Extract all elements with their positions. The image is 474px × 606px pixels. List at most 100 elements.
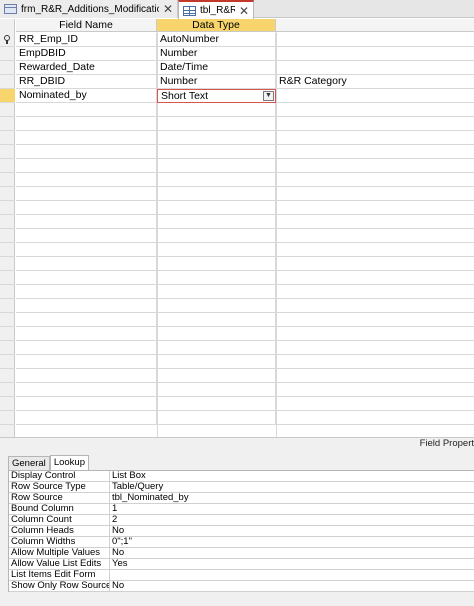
empty-table-row[interactable]: [0, 257, 474, 271]
column-header-description[interactable]: [276, 19, 474, 32]
empty-table-row[interactable]: [0, 131, 474, 145]
empty-cell[interactable]: [157, 201, 276, 215]
empty-cell[interactable]: [16, 383, 157, 397]
empty-cell[interactable]: [276, 299, 474, 313]
empty-cell[interactable]: [276, 355, 474, 369]
row-selector[interactable]: [0, 33, 15, 47]
property-value[interactable]: No: [110, 581, 474, 591]
empty-table-row[interactable]: [0, 243, 474, 257]
table-row[interactable]: RR_Emp_ID AutoNumber: [0, 33, 474, 47]
property-value[interactable]: 0";1": [110, 537, 474, 547]
empty-cell[interactable]: [16, 103, 157, 117]
tab-lookup[interactable]: Lookup: [49, 455, 89, 470]
close-icon[interactable]: ✕: [235, 4, 249, 18]
empty-cell[interactable]: [16, 131, 157, 145]
empty-cell[interactable]: [16, 229, 157, 243]
empty-cell[interactable]: [16, 271, 157, 285]
empty-cell[interactable]: [16, 173, 157, 187]
property-row[interactable]: Show Only Row Source V No: [9, 581, 474, 592]
empty-cell[interactable]: [16, 397, 157, 411]
tab-tbl-rr[interactable]: tbl_R&R ✕: [178, 0, 254, 19]
empty-table-row[interactable]: [0, 411, 474, 425]
empty-cell[interactable]: [157, 173, 276, 187]
empty-cell[interactable]: [16, 117, 157, 131]
empty-cell[interactable]: [157, 383, 276, 397]
row-selector[interactable]: [0, 103, 15, 117]
property-row[interactable]: Column Count 2: [9, 515, 474, 526]
empty-cell[interactable]: [16, 355, 157, 369]
empty-table-row[interactable]: [0, 159, 474, 173]
empty-cell[interactable]: [276, 145, 474, 159]
property-row[interactable]: Row Source tbl_Nominated_by: [9, 493, 474, 504]
column-header-field-name[interactable]: Field Name: [16, 19, 157, 32]
row-selector[interactable]: [0, 75, 15, 89]
empty-cell[interactable]: [16, 285, 157, 299]
row-selector[interactable]: [0, 243, 15, 257]
empty-table-row[interactable]: [0, 383, 474, 397]
property-value[interactable]: [110, 570, 474, 580]
row-selector[interactable]: [0, 159, 15, 173]
empty-cell[interactable]: [157, 285, 276, 299]
table-row[interactable]: RR_DBID Number R&R Category: [0, 75, 474, 89]
empty-cell[interactable]: [157, 229, 276, 243]
empty-cell[interactable]: [157, 327, 276, 341]
empty-cell[interactable]: [16, 257, 157, 271]
table-row[interactable]: EmpDBID Number: [0, 47, 474, 61]
row-selector[interactable]: [0, 187, 15, 201]
row-selector[interactable]: [0, 411, 15, 425]
empty-cell[interactable]: [16, 187, 157, 201]
empty-table-row[interactable]: [0, 215, 474, 229]
empty-table-row[interactable]: [0, 117, 474, 131]
property-row[interactable]: Column Heads No: [9, 526, 474, 537]
close-icon[interactable]: ✕: [159, 2, 173, 16]
empty-cell[interactable]: [276, 215, 474, 229]
tab-frm-rr-additions-modifications[interactable]: frm_R&R_Additions_Modifications ✕: [0, 0, 178, 18]
row-selector[interactable]: [0, 131, 15, 145]
row-selector[interactable]: [0, 229, 15, 243]
empty-cell[interactable]: [16, 145, 157, 159]
empty-cell[interactable]: [276, 411, 474, 425]
property-value[interactable]: List Box: [110, 471, 474, 481]
empty-cell[interactable]: [276, 341, 474, 355]
data-type-cell[interactable]: Number: [157, 47, 276, 61]
row-selector[interactable]: [0, 327, 15, 341]
description-cell[interactable]: [276, 89, 474, 103]
empty-cell[interactable]: [276, 243, 474, 257]
empty-cell[interactable]: [157, 299, 276, 313]
field-name-cell[interactable]: Rewarded_Date: [16, 61, 157, 75]
empty-cell[interactable]: [276, 201, 474, 215]
empty-cell[interactable]: [276, 285, 474, 299]
field-name-cell[interactable]: RR_DBID: [16, 75, 157, 89]
property-row[interactable]: Row Source Type Table/Query: [9, 482, 474, 493]
empty-cell[interactable]: [16, 411, 157, 425]
empty-table-row[interactable]: [0, 187, 474, 201]
property-value[interactable]: 2: [110, 515, 474, 525]
empty-table-row[interactable]: [0, 299, 474, 313]
empty-cell[interactable]: [157, 159, 276, 173]
empty-cell[interactable]: [157, 131, 276, 145]
property-value[interactable]: 1: [110, 504, 474, 514]
empty-cell[interactable]: [276, 159, 474, 173]
empty-table-row[interactable]: [0, 397, 474, 411]
row-selector[interactable]: [0, 355, 15, 369]
row-selector[interactable]: [0, 383, 15, 397]
empty-cell[interactable]: [276, 271, 474, 285]
empty-cell[interactable]: [16, 215, 157, 229]
empty-table-row[interactable]: [0, 173, 474, 187]
empty-cell[interactable]: [276, 117, 474, 131]
column-header-data-type[interactable]: Data Type: [157, 19, 276, 32]
empty-cell[interactable]: [157, 257, 276, 271]
property-row[interactable]: Column Widths 0";1": [9, 537, 474, 548]
empty-cell[interactable]: [16, 159, 157, 173]
empty-cell[interactable]: [16, 327, 157, 341]
row-selector[interactable]: [0, 341, 15, 355]
empty-table-row[interactable]: [0, 103, 474, 117]
data-type-cell[interactable]: AutoNumber: [157, 33, 276, 47]
row-selector[interactable]: [0, 313, 15, 327]
row-selector[interactable]: [0, 61, 15, 75]
empty-cell[interactable]: [16, 299, 157, 313]
row-selector[interactable]: [0, 397, 15, 411]
description-cell[interactable]: [276, 61, 474, 75]
description-cell[interactable]: [276, 33, 474, 47]
description-cell[interactable]: R&R Category: [276, 75, 474, 89]
